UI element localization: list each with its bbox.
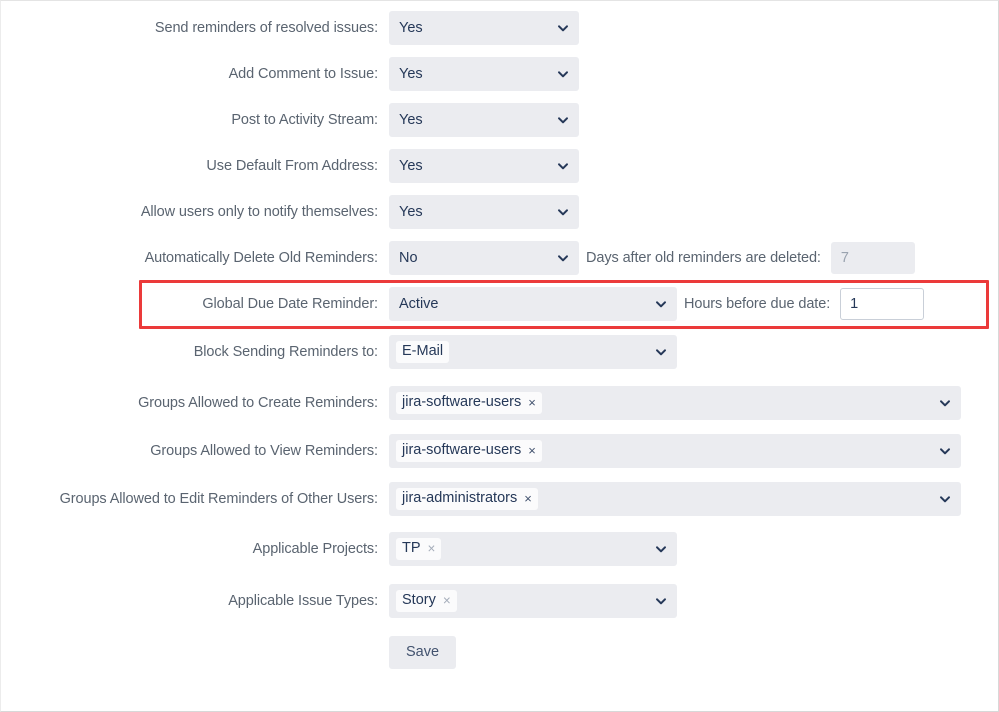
form-row-auto-delete-old-reminders: Automatically Delete Old Reminders: No D… [1,241,915,275]
field-label: Global Due Date Reminder: [202,296,378,312]
add-comment-select[interactable]: Yes [389,57,579,91]
form-row-block-sending-reminders: Block Sending Reminders to: E-Mail [1,335,677,369]
tag-chip: E-Mail [396,341,450,363]
field-label: Groups Allowed to Create Reminders: [138,395,378,411]
global-due-date-reminder-select[interactable]: Active [389,287,677,321]
chevron-down-icon [557,114,569,126]
remove-tag-icon[interactable]: × [524,492,532,505]
post-activity-stream-select[interactable]: Yes [389,103,579,137]
form-row-groups-view-reminders: Groups Allowed to View Reminders: jira-s… [1,434,961,468]
chevron-down-icon [557,160,569,172]
send-reminders-resolved-select[interactable]: Yes [389,11,579,45]
tag-label: jira-software-users [402,394,522,411]
chevron-down-icon [939,397,951,409]
hours-before-due-date-label: Hours before due date: [684,296,831,312]
tag-label: E-Mail [402,343,444,360]
form-row-post-activity-stream: Post to Activity Stream: Yes [1,103,579,137]
field-label: Send reminders of resolved issues: [154,20,378,36]
remove-tag-icon[interactable]: × [528,396,536,409]
chevron-down-icon [939,493,951,505]
block-sending-reminders-select[interactable]: E-Mail [389,335,677,369]
chevron-down-icon [557,206,569,218]
auto-delete-old-reminders-select[interactable]: No [389,241,579,275]
chevron-down-icon [655,543,667,555]
form-row-use-default-from-address: Use Default From Address: Yes [1,149,579,183]
save-button[interactable]: Save [389,635,457,669]
tag-label: jira-administrators [402,490,518,507]
chevron-down-icon [655,298,667,310]
tag-label: TP [402,540,421,557]
chevron-down-icon [939,445,951,457]
tag-chip: jira-administrators × [396,488,538,510]
form-row-add-comment: Add Comment to Issue: Yes [1,57,579,91]
tag-chip: jira-software-users × [396,440,542,462]
groups-edit-other-users-select[interactable]: jira-administrators × [389,482,961,516]
select-value: Yes [399,204,423,220]
field-label: Use Default From Address: [206,158,378,174]
select-value: No [399,250,418,266]
select-value: Yes [399,20,423,36]
groups-view-reminders-select[interactable]: jira-software-users × [389,434,961,468]
select-value: Yes [399,112,423,128]
chevron-down-icon [557,22,569,34]
form-row-notify-themselves: Allow users only to notify themselves: Y… [1,195,579,229]
select-value: Yes [399,66,423,82]
groups-create-reminders-select[interactable]: jira-software-users × [389,386,961,420]
tag-label: jira-software-users [402,442,522,459]
remove-tag-icon[interactable]: × [528,444,536,457]
form-row-groups-edit-other-users: Groups Allowed to Edit Reminders of Othe… [1,482,961,516]
form-row-global-due-date-reminder: Global Due Date Reminder: Active Hours b… [1,287,925,321]
days-after-deleted-input: 7 [830,242,915,274]
chevron-down-icon [655,346,667,358]
form-row-send-reminders-resolved: Send reminders of resolved issues: Yes [1,11,579,45]
remove-tag-icon[interactable]: × [428,542,436,556]
chevron-down-icon [655,595,667,607]
field-label: Allow users only to notify themselves: [140,204,378,220]
use-default-from-address-select[interactable]: Yes [389,149,579,183]
field-label: Post to Activity Stream: [231,112,378,128]
settings-page: Send reminders of resolved issues: Yes A… [0,0,999,712]
applicable-projects-select[interactable]: TP × [389,532,677,566]
tag-chip: TP × [396,538,442,560]
chevron-down-icon [557,252,569,264]
select-value: Active [399,296,439,312]
select-value: Yes [399,158,423,174]
form-row-groups-create-reminders: Groups Allowed to Create Reminders: jira… [1,386,961,420]
tag-chip: jira-software-users × [396,392,542,414]
field-label: Automatically Delete Old Reminders: [144,250,379,266]
chevron-down-icon [557,68,569,80]
field-label: Add Comment to Issue: [228,66,379,82]
notify-themselves-select[interactable]: Yes [389,195,579,229]
field-label: Groups Allowed to Edit Reminders of Othe… [59,491,378,507]
form-row-applicable-issue-types: Applicable Issue Types: Story × [1,584,677,618]
form-row-applicable-projects: Applicable Projects: TP × [1,532,677,566]
remove-tag-icon[interactable]: × [443,594,451,608]
tag-label: Story [402,592,436,609]
field-label: Groups Allowed to View Reminders: [150,443,378,459]
hours-before-due-date-input[interactable]: 1 [840,288,925,320]
field-label: Applicable Projects: [252,541,378,557]
field-label: Block Sending Reminders to: [193,344,378,360]
applicable-issue-types-select[interactable]: Story × [389,584,677,618]
field-label: Applicable Issue Types: [228,593,378,609]
days-after-deleted-label: Days after old reminders are deleted: [586,250,821,266]
tag-chip: Story × [396,590,457,612]
form-row-save: Save [1,635,457,669]
